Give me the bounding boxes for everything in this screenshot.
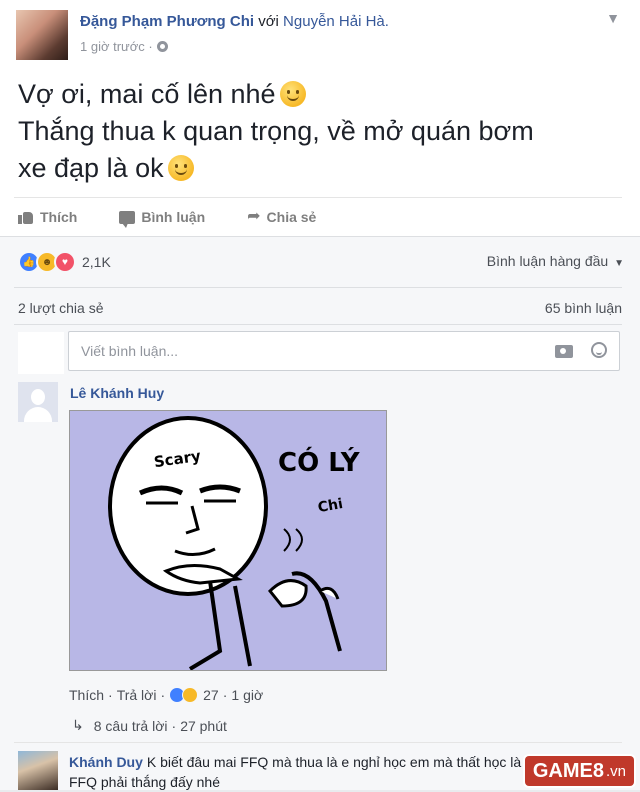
comment-input[interactable] xyxy=(79,342,543,360)
replies-time: 27 phút xyxy=(180,717,227,734)
meme-caption: CÓ LÝ xyxy=(278,446,361,478)
divider xyxy=(14,742,622,743)
comment-sort-dropdown[interactable]: Bình luận hàng đầu ▼ xyxy=(487,253,624,269)
smile-emoji-icon xyxy=(167,155,194,181)
comment-text: Khánh Duy K biết đâu mai FFQ mà thua là e… xyxy=(69,752,589,792)
post-body: Vợ ơi, mai cố lên nhé Thắng thua k quan … xyxy=(18,76,534,187)
share-button[interactable]: ➦ Chia sẻ xyxy=(247,204,316,230)
emoji-icon[interactable] xyxy=(591,342,607,358)
my-avatar xyxy=(18,332,64,374)
author-name[interactable]: Đặng Phạm Phương Chi xyxy=(80,13,254,30)
separator-dot: · xyxy=(222,687,228,703)
reply-arrow-icon: ↳ xyxy=(72,717,84,733)
replies-count: 8 câu trả lời xyxy=(93,717,168,734)
commenter-avatar[interactable] xyxy=(18,382,58,422)
meme-drawing: Scary CÓ LÝ Chi xyxy=(108,416,361,670)
comment-composer[interactable] xyxy=(68,331,620,371)
sort-label: Bình luận hàng đầu xyxy=(486,253,609,269)
love-reaction-icon: ♥ xyxy=(54,251,76,273)
like-icon xyxy=(18,210,34,224)
comment-meme-image[interactable]: Scary CÓ LÝ Chi xyxy=(69,410,387,671)
watermark-logo: GAME8 .vn xyxy=(524,756,634,786)
post-line: Thắng thua k quan trọng, về mở quán bơm xyxy=(18,116,534,146)
tagged-person[interactable]: Nguyễn Hải Hà. xyxy=(283,13,389,30)
reaction-summary[interactable]: 👍 ☻ ♥ 2,1K xyxy=(18,251,111,273)
separator-dot: · xyxy=(108,687,113,703)
divider xyxy=(14,197,622,198)
post-line-text: xe đạp là ok xyxy=(18,153,164,183)
camera-icon[interactable] xyxy=(555,345,573,358)
divider xyxy=(14,287,622,288)
with-text: với xyxy=(258,13,279,30)
comment-label: Bình luận xyxy=(141,209,206,225)
like-button[interactable]: Thích xyxy=(18,204,77,230)
post-line: xe đạp là ok xyxy=(18,150,534,187)
comment-time[interactable]: 1 giờ xyxy=(231,687,263,703)
post-time[interactable]: 1 giờ trước · xyxy=(80,39,153,54)
share-label: Chia sẻ xyxy=(266,209,317,225)
separator-dot: · xyxy=(171,717,177,734)
comment-count[interactable]: 65 bình luận xyxy=(545,300,622,316)
post-meta: 1 giờ trước · xyxy=(80,39,168,54)
comment-reply-link[interactable]: Trả lời xyxy=(117,687,157,703)
like-label: Thích xyxy=(40,209,78,225)
reaction-count[interactable]: 2,1K xyxy=(82,254,111,270)
comment-body: K biết đâu mai FFQ mà thua là e nghỉ học… xyxy=(69,754,576,790)
watermark-tld: .vn xyxy=(605,762,626,780)
chevron-down-icon: ▼ xyxy=(614,258,624,269)
view-replies-link[interactable]: ↳ 8 câu trả lời · 27 phút xyxy=(72,717,227,734)
smile-emoji-icon xyxy=(279,81,306,107)
divider xyxy=(0,236,640,237)
comment-like-link[interactable]: Thích xyxy=(69,687,104,703)
author-avatar[interactable] xyxy=(16,10,68,60)
comment-actions: Thích · Trả lời · 27 · 1 giờ xyxy=(69,687,263,703)
separator-dot: · xyxy=(160,687,166,703)
divider xyxy=(14,324,622,325)
haha-reaction-icon xyxy=(182,687,199,703)
share-count[interactable]: 2 lượt chia sẻ xyxy=(18,300,103,316)
share-icon: ➦ xyxy=(247,208,261,225)
chevron-down-icon[interactable]: ▼ xyxy=(606,10,620,26)
commenter-avatar[interactable] xyxy=(18,751,58,790)
comment-button[interactable]: Bình luận xyxy=(119,204,205,230)
post-actions: Thích Bình luận ➦ Chia sẻ xyxy=(18,204,358,230)
post-header: Đặng Phạm Phương Chi với Nguyễn Hải Hà. xyxy=(80,13,389,30)
commenter-name[interactable]: Lê Khánh Huy xyxy=(70,385,164,401)
meme-sub-text: Chi xyxy=(317,496,344,516)
comment-reaction-count[interactable]: 27 xyxy=(203,687,219,703)
post-card: Đặng Phạm Phương Chi với Nguyễn Hải Hà. … xyxy=(0,0,640,790)
comment-icon xyxy=(119,210,136,228)
watermark-brand: GAME8 xyxy=(532,759,604,782)
globe-icon[interactable] xyxy=(156,41,168,52)
commenter-name[interactable]: Khánh Duy xyxy=(69,754,143,770)
post-line-text: Vợ ơi, mai cố lên nhé xyxy=(18,79,276,109)
post-line: Vợ ơi, mai cố lên nhé xyxy=(18,76,534,113)
